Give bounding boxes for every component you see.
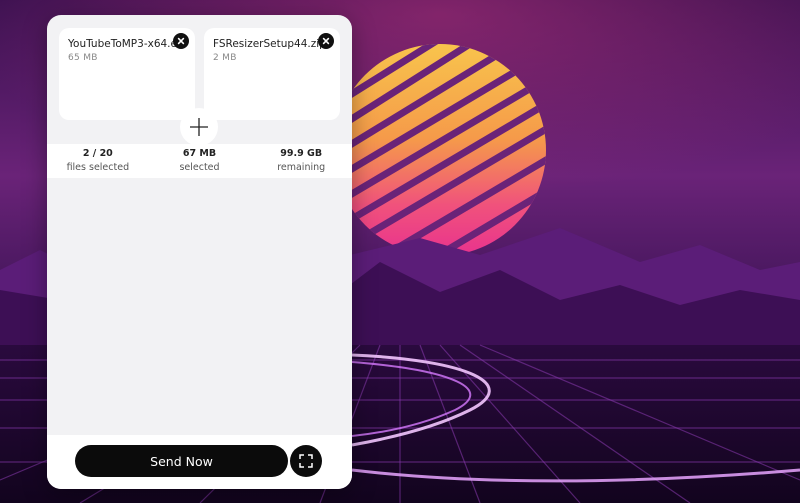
file-name: YouTubeToMP3-x64.exe [68,38,186,50]
file-size: 2 MB [213,53,237,63]
action-bar: Send Now [47,435,352,489]
plus-icon [190,118,208,136]
send-now-button[interactable]: Send Now [75,445,288,477]
transfer-stats: 2 / 20 files selected 67 MB selected 99.… [47,144,352,178]
stat-value: 67 MB [182,148,217,159]
file-name: FSResizerSetup44.zip [213,38,326,50]
file-list: YouTubeToMP3-x64.exe 65 MB FSResizerSetu… [59,28,340,120]
stat-label: remaining [277,162,326,173]
remove-file-button[interactable] [318,33,334,49]
stat-label: selected [179,162,220,173]
storage-remaining-stat: 99.9 GB remaining [250,144,352,178]
close-icon [322,37,330,45]
close-icon [177,37,185,45]
add-files-button[interactable] [180,108,218,146]
expand-button[interactable] [290,445,322,477]
stat-value: 99.9 GB [280,148,323,159]
file-card[interactable]: YouTubeToMP3-x64.exe 65 MB [59,28,195,120]
file-size: 65 MB [68,53,98,63]
expand-icon [299,454,313,468]
file-card[interactable]: FSResizerSetup44.zip 2 MB [204,28,340,120]
files-selected-stat: 2 / 20 files selected [47,144,149,178]
stat-label: files selected [66,162,130,173]
size-selected-stat: 67 MB selected [149,144,251,178]
stat-value: 2 / 20 [82,148,113,159]
transfer-panel: YouTubeToMP3-x64.exe 65 MB FSResizerSetu… [47,15,352,489]
remove-file-button[interactable] [173,33,189,49]
